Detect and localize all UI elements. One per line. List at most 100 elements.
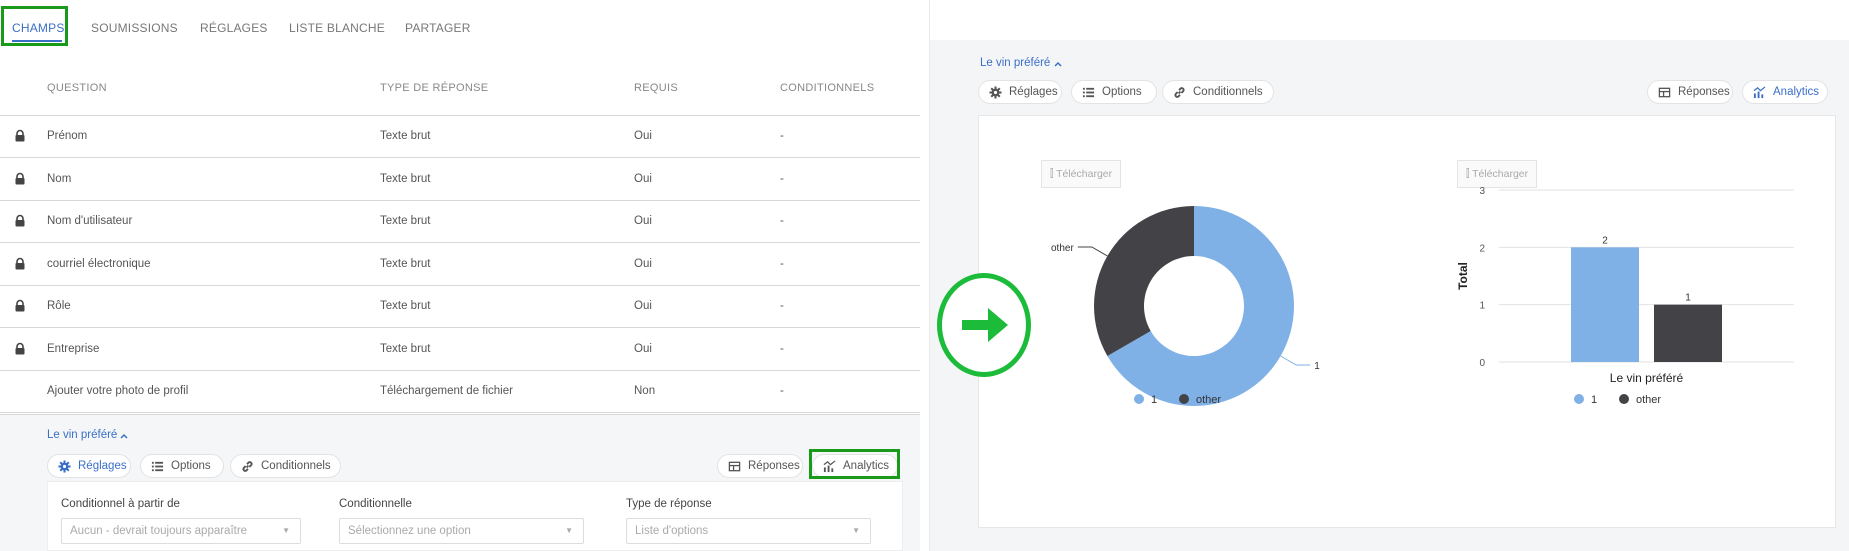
settings-pill-button[interactable]: Réglages — [47, 454, 131, 478]
table-row[interactable]: courriel électronique Texte brut Oui - — [0, 244, 920, 286]
download-button-bar[interactable]: ⫿ Télécharger — [1457, 160, 1538, 188]
analytics-pill-label: Analytics — [1773, 86, 1820, 98]
gear-icon — [989, 86, 1002, 99]
table-row[interactable]: Entreprise Texte brut Oui - — [0, 329, 920, 371]
y-tick-label: 2 — [1479, 243, 1485, 254]
options-pill-button[interactable]: Options — [140, 454, 224, 478]
conditional-cell: - — [780, 300, 784, 312]
field-title-toggle-analytics[interactable]: Le vin préféré — [980, 57, 1062, 69]
table-row[interactable]: Prénom Texte brut Oui - — [0, 116, 920, 158]
chevron-up-icon — [1054, 61, 1062, 67]
conditionals-pill-button[interactable]: Conditionnels — [1162, 80, 1274, 104]
analytics-icon — [1753, 86, 1766, 99]
link-icon — [242, 461, 253, 472]
pie-slice[interactable] — [1094, 206, 1194, 356]
table-row[interactable]: Nom d'utilisateur Texte brut Oui - — [0, 201, 920, 243]
legend-label[interactable]: 1 — [1151, 394, 1157, 406]
legend-label[interactable]: 1 — [1591, 394, 1597, 406]
conditionals-pill-label: Conditionnels — [261, 460, 331, 472]
x-axis-label: Le vin préféré — [1610, 371, 1684, 385]
column-header-question: QUESTION — [47, 82, 107, 94]
bar[interactable] — [1571, 247, 1639, 362]
legend-marker — [1134, 394, 1144, 404]
response-type-cell: Texte brut — [380, 130, 431, 142]
required-cell: Non — [634, 385, 656, 397]
conditionals-pill-label: Conditionnels — [1193, 86, 1263, 98]
response-type-label: Type de réponse — [626, 498, 712, 510]
caret-down-icon: ▼ — [565, 526, 573, 535]
link-icon — [1174, 87, 1185, 98]
responses-pill-button[interactable]: Réponses — [717, 454, 803, 478]
conditional-source-select[interactable]: Aucun - devrait toujours apparaître ▼ — [61, 518, 301, 544]
column-header-required: REQUIS — [634, 82, 678, 94]
conditional-select[interactable]: Sélectionnez une option ▼ — [339, 518, 584, 544]
response-type-value: Liste d'options — [635, 525, 709, 537]
responses-pill-label: Réponses — [1678, 86, 1730, 98]
table-header: QUESTION TYPE DE RÉPONSE REQUIS CONDITIO… — [0, 74, 920, 116]
settings-pill-label: Réglages — [1009, 86, 1058, 98]
legend-marker — [1619, 394, 1629, 404]
download-button-pie[interactable]: ⫿ Télécharger — [1041, 160, 1122, 188]
response-type-select[interactable]: Liste d'options ▼ — [626, 518, 871, 544]
column-header-type: TYPE DE RÉPONSE — [380, 82, 489, 94]
field-title-toggle[interactable]: Le vin préféré — [47, 429, 128, 441]
chevron-up-icon — [120, 433, 128, 439]
required-cell: Oui — [634, 215, 652, 227]
legend-label[interactable]: other — [1196, 394, 1221, 406]
bar-value-label: 1 — [1685, 293, 1691, 304]
tab-reglages[interactable]: RÉGLAGES — [200, 8, 268, 48]
pie-slice-label: other — [1051, 243, 1074, 254]
analytics-card: ⫿ Télécharger ⫿ Télécharger 1 other 1 othe… — [978, 115, 1836, 528]
bar-legend: 1 other — [1574, 394, 1661, 406]
field-title: Le vin préféré — [980, 57, 1051, 69]
caret-down-icon: ▼ — [852, 526, 860, 535]
analytics-panel: Le vin préféré Réglages Options Conditio… — [930, 40, 1849, 551]
response-type-cell: Texte brut — [380, 257, 431, 270]
arrow-right-icon — [962, 308, 1008, 342]
conditional-cell: - — [780, 130, 784, 142]
table-row[interactable]: Rôle Texte brut Oui - — [0, 286, 920, 328]
table-row[interactable]: Nom Texte brut Oui - — [0, 159, 920, 201]
bar[interactable] — [1654, 304, 1722, 362]
pie-legend: 1 other — [1134, 394, 1221, 406]
list-icon — [151, 461, 164, 472]
bar-value-label: 2 — [1602, 235, 1608, 246]
table-icon — [1658, 87, 1671, 98]
pie-label-connector — [1280, 355, 1311, 366]
y-axis-label: Total — [1456, 262, 1470, 290]
question-cell: Nom d'utilisateur — [47, 215, 133, 227]
legend-label[interactable]: other — [1636, 394, 1661, 406]
options-pill-button[interactable]: Options — [1071, 80, 1157, 104]
settings-pill-button[interactable]: Réglages — [978, 80, 1062, 104]
response-type-cell: Texte brut — [380, 172, 431, 185]
legend-marker — [1574, 394, 1584, 404]
analytics-pill-button[interactable]: Analytics — [1742, 80, 1828, 104]
y-tick-label: 1 — [1479, 301, 1485, 312]
field-title: Le vin préféré — [47, 429, 118, 441]
required-cell: Oui — [634, 130, 652, 142]
settings-pill-label: Réglages — [78, 460, 127, 472]
conditional-cell: - — [780, 385, 784, 397]
table-row[interactable]: Ajouter votre photo de profil Téléchargem… — [0, 371, 920, 413]
highlight-box-analytics — [809, 449, 900, 479]
tab-partager[interactable]: PARTAGER — [405, 8, 471, 48]
pie-label-connector — [1077, 246, 1108, 257]
lock-icon — [15, 172, 25, 184]
conditional-source-value: Aucun - devrait toujours apparaître — [70, 525, 248, 537]
lock-icon — [15, 257, 25, 269]
gear-icon — [58, 460, 71, 473]
tab-liste-blanche[interactable]: LISTE BLANCHE — [289, 8, 385, 48]
responses-pill-button[interactable]: Réponses — [1647, 80, 1733, 104]
tab-soumissions[interactable]: SOUMISSIONS — [91, 8, 178, 48]
required-cell: Oui — [634, 342, 652, 355]
required-cell: Oui — [634, 172, 652, 185]
conditionals-pill-button[interactable]: Conditionnels — [230, 454, 341, 478]
response-type-cell: Texte brut — [380, 342, 431, 355]
y-tick-label: 0 — [1479, 358, 1485, 369]
transition-arrow-badge — [937, 273, 1031, 377]
required-cell: Oui — [634, 300, 652, 312]
list-icon — [1082, 87, 1095, 98]
conditional-cell: - — [780, 342, 784, 355]
conditional-source-label: Conditionnel à partir de — [61, 498, 180, 510]
lock-icon — [15, 342, 25, 354]
